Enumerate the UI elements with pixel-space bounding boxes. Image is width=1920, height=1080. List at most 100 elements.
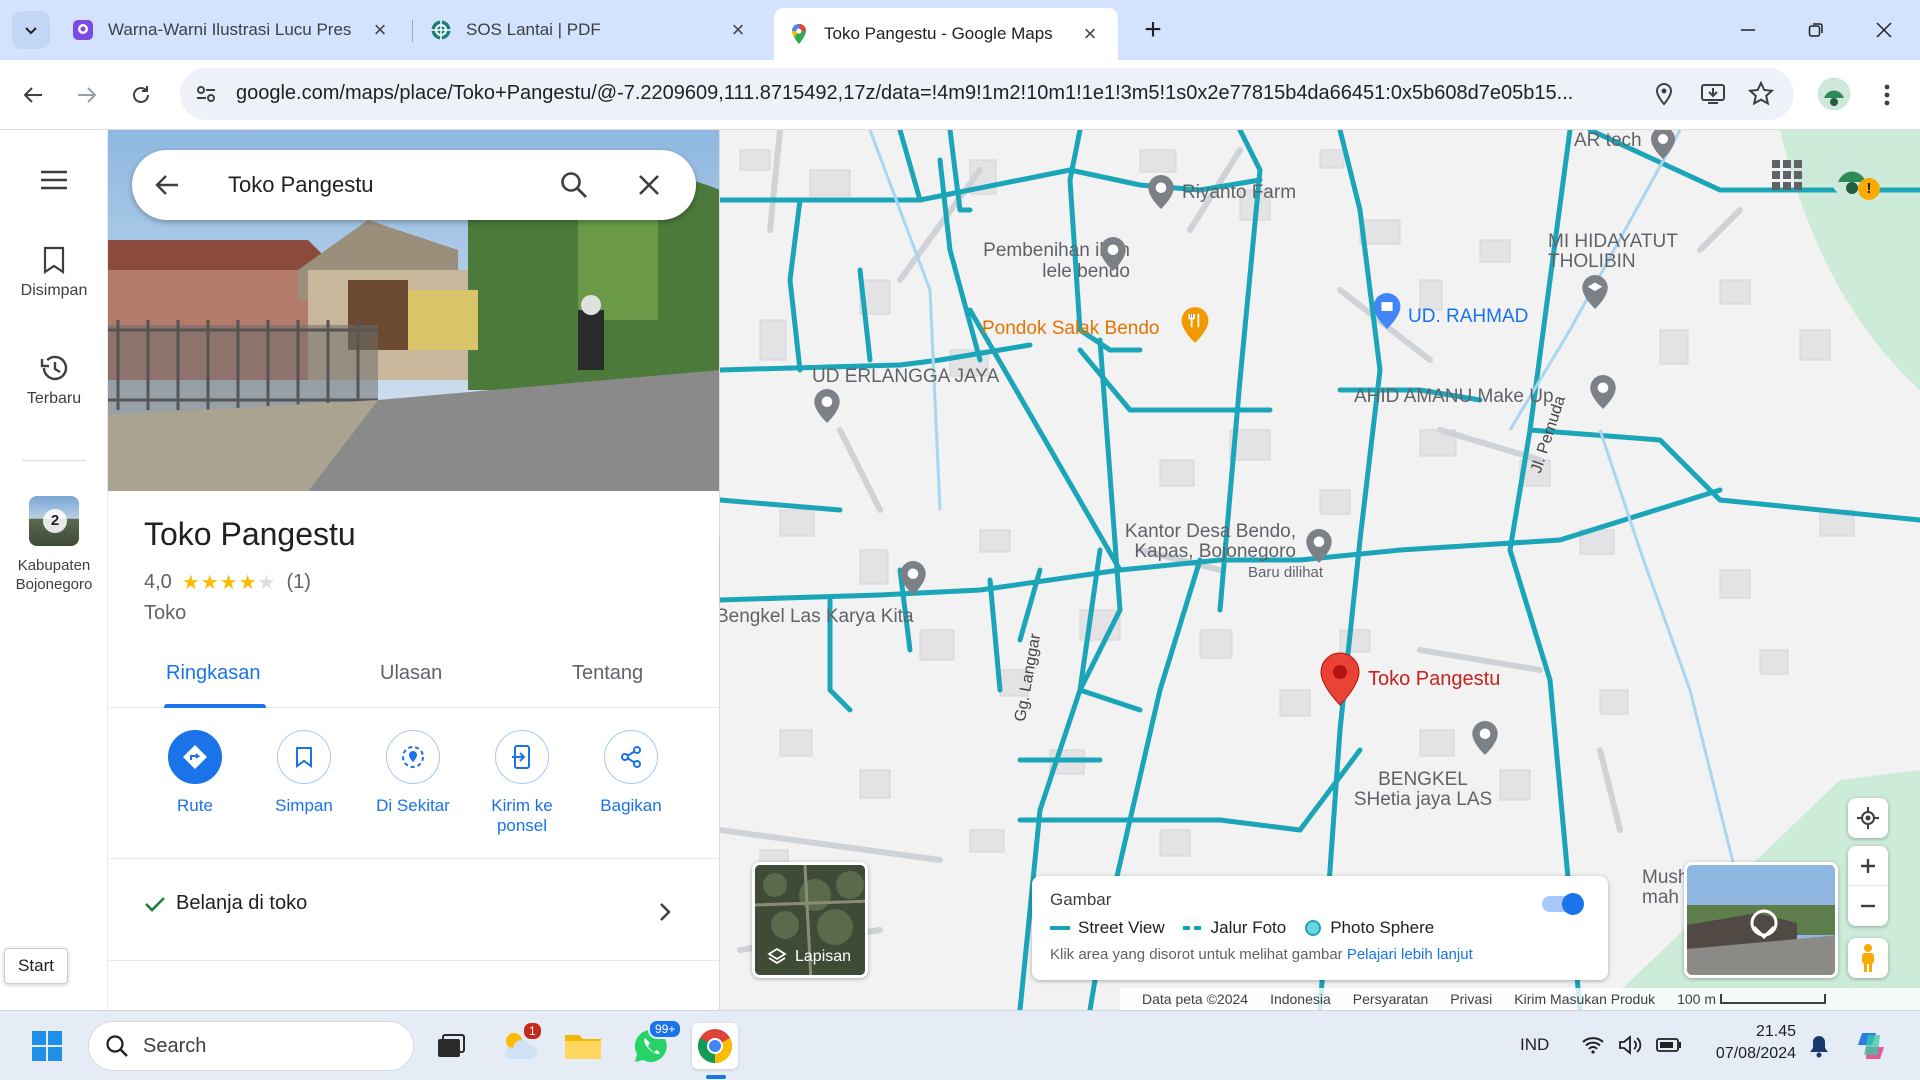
imagery-toggle[interactable] (1542, 893, 1584, 915)
restaurant-pin-icon[interactable] (1180, 306, 1210, 344)
weather-widget[interactable]: 1 (496, 1021, 543, 1069)
poi-ar-tech[interactable]: AR tech (1574, 130, 1642, 152)
star-icon[interactable] (1748, 81, 1774, 107)
url-text[interactable]: google.com/maps/place/Toko+Pangestu/@-7.… (236, 82, 1676, 105)
poi-pin-icon[interactable] (1146, 174, 1176, 210)
poi-pin-icon[interactable] (1650, 130, 1676, 160)
clock[interactable]: 21.45 07/08/2024 (1700, 1021, 1796, 1065)
poi-ud-rahmad[interactable]: UD. RAHMAD (1408, 306, 1528, 328)
browser-menu-button[interactable] (1868, 76, 1906, 114)
menu-button[interactable] (0, 170, 108, 190)
tab-overview[interactable]: Ringkasan (166, 662, 261, 685)
search-input[interactable]: Toko Pangestu (228, 172, 374, 198)
start-button[interactable] (24, 1023, 70, 1069)
address-bar[interactable]: google.com/maps/place/Toko+Pangestu/@-7.… (180, 68, 1794, 120)
minimize-button[interactable] (1722, 8, 1774, 52)
input-language[interactable]: IND (1520, 1035, 1549, 1055)
footer-feedback[interactable]: Kirim Masukan Produk (1514, 991, 1655, 1007)
poi-pin-icon[interactable] (812, 388, 842, 424)
footer-privacy[interactable]: Privasi (1450, 991, 1492, 1007)
search-box[interactable]: Toko Pangestu (132, 150, 696, 220)
poi-bengkel-shetia[interactable]: BENGKEL SHetia jaya LAS (1348, 770, 1498, 810)
close-icon[interactable]: × (1076, 20, 1104, 48)
street-view-thumbnail[interactable] (1684, 862, 1838, 978)
poi-kantor-desa[interactable]: Kantor Desa Bendo, Kapas, Bojonegoro (1100, 522, 1296, 562)
history-icon (40, 355, 68, 381)
task-view-button[interactable] (428, 1023, 474, 1069)
tab-sos-lantai[interactable]: SOS Lantai | PDF × (416, 8, 766, 52)
pegman-button[interactable] (1848, 938, 1888, 978)
whatsapp-badge: 99+ (648, 1019, 683, 1039)
recent-button[interactable]: Terbaru (0, 354, 108, 408)
zoom-in-button[interactable] (1848, 846, 1888, 886)
zoom-out-button[interactable] (1848, 886, 1888, 926)
learn-more-link[interactable]: Pelajari lebih lanjut (1347, 946, 1473, 963)
apps-grid-button[interactable] (1772, 160, 1802, 190)
copilot-button[interactable] (1848, 1023, 1894, 1069)
chrome-button[interactable] (692, 1023, 738, 1069)
tab-about[interactable]: Tentang (572, 662, 643, 685)
poi-bengkel-las-karya[interactable]: Bengkel Las Karya Kita (720, 606, 914, 628)
system-tray[interactable] (1582, 1035, 1682, 1055)
install-app-icon[interactable] (1700, 82, 1726, 106)
poi-mi-hidayatut[interactable]: MI HIDAYATUT THOLIBIN (1548, 232, 1728, 272)
poi-ahid-amanu[interactable]: AHID AMANU Make Up (1354, 386, 1554, 408)
poi-pin-icon[interactable] (898, 560, 928, 596)
tab-search-button[interactable] (12, 11, 50, 49)
recent-place-item[interactable]: 2 Kabupaten Bojonegoro (0, 496, 108, 594)
selected-place-label[interactable]: Toko Pangestu (1368, 668, 1500, 691)
selected-place-pin-icon[interactable] (1320, 652, 1360, 706)
layers-button[interactable]: Lapisan (752, 862, 868, 978)
forward-button[interactable] (68, 76, 106, 114)
clock-time: 21.45 (1755, 1023, 1796, 1040)
poi-pin-icon[interactable] (1470, 720, 1500, 756)
back-button[interactable] (14, 76, 52, 114)
share-button[interactable]: Bagikan (576, 730, 686, 816)
poi-ud-erlangga[interactable]: UD ERLANGGA JAYA (812, 366, 999, 388)
location-icon[interactable] (1652, 82, 1676, 106)
review-count[interactable]: (1) (286, 571, 310, 594)
nearby-label: Di Sekitar (376, 796, 450, 815)
new-tab-button[interactable]: + (1134, 11, 1172, 49)
close-window-button[interactable] (1858, 8, 1910, 52)
chevron-right-icon[interactable] (658, 902, 672, 922)
shop-pin-icon[interactable] (1372, 292, 1402, 330)
school-pin-icon[interactable] (1580, 274, 1610, 310)
poi-pin-icon[interactable] (1098, 236, 1128, 272)
tab-google-maps[interactable]: Toko Pangestu - Google Maps × (774, 8, 1118, 60)
poi-pondok-salak[interactable]: Pondok Salak Bendo (982, 318, 1159, 340)
photo-path-dashed-icon (1182, 926, 1201, 930)
restore-icon (1808, 23, 1823, 37)
close-icon[interactable] (638, 174, 660, 196)
scale-bar[interactable]: 100 m (1677, 991, 1827, 1007)
place-category[interactable]: Toko (144, 602, 186, 625)
saved-button[interactable]: Disimpan (0, 246, 108, 300)
send-to-phone-button[interactable]: Kirim ke ponsel (467, 730, 577, 836)
profile-avatar[interactable] (1818, 78, 1850, 110)
whatsapp-button[interactable]: 99+ (628, 1019, 683, 1069)
restore-button[interactable] (1790, 8, 1842, 52)
arrow-left-icon[interactable] (154, 173, 180, 197)
my-location-button[interactable] (1848, 798, 1888, 838)
file-explorer-button[interactable] (560, 1023, 606, 1069)
tab-reviews[interactable]: Ulasan (380, 662, 442, 685)
tab-canva[interactable]: Warna-Warni Ilustrasi Lucu Pres × (58, 8, 408, 52)
nearby-button[interactable]: Di Sekitar (358, 730, 468, 816)
search-icon[interactable] (560, 171, 588, 199)
poi-pin-icon[interactable] (1304, 528, 1334, 564)
footer-terms[interactable]: Persyaratan (1353, 991, 1428, 1007)
close-icon[interactable]: × (724, 16, 752, 44)
footer-region[interactable]: Indonesia (1270, 991, 1331, 1007)
windows-logo-icon (32, 1031, 62, 1061)
in-store-shopping-row[interactable]: Belanja di toko (144, 892, 307, 915)
poi-riyanto-farm[interactable]: Riyanto Farm (1182, 182, 1296, 204)
directions-button[interactable]: Rute (140, 730, 250, 816)
site-settings-icon[interactable] (194, 82, 218, 106)
poi-pin-icon[interactable] (1588, 374, 1618, 410)
close-icon[interactable]: × (366, 16, 394, 44)
taskbar-search[interactable]: Search (88, 1021, 414, 1071)
notifications-button[interactable] (1796, 1023, 1842, 1069)
reload-button[interactable] (122, 76, 160, 114)
save-button[interactable]: Simpan (249, 730, 359, 816)
tab-divider (412, 20, 413, 42)
